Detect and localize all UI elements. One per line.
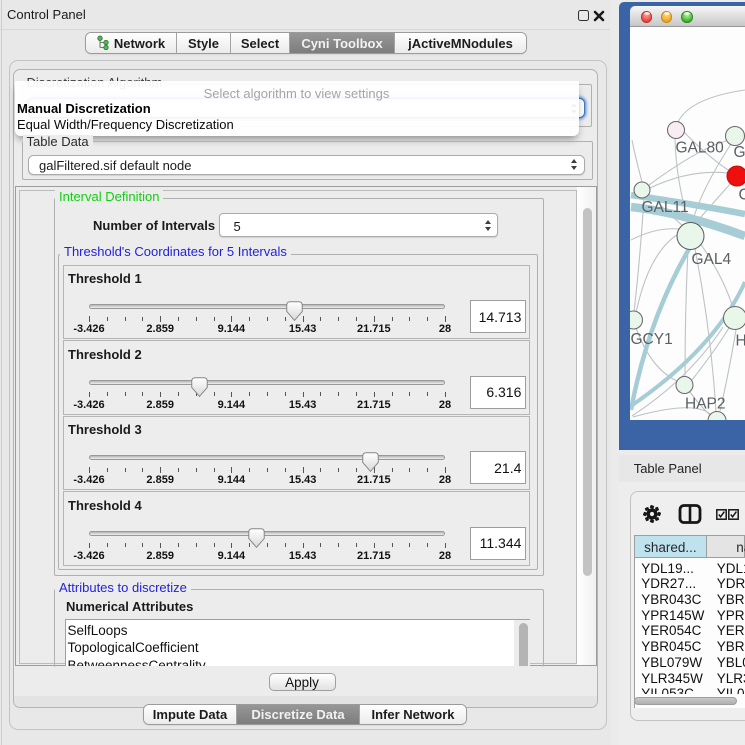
svg-text:GAL4: GAL4 <box>692 251 732 268</box>
svg-text:GCY1: GCY1 <box>631 331 673 348</box>
svg-text:GAL80: GAL80 <box>676 140 725 157</box>
svg-text:G...: G... <box>734 144 745 161</box>
svg-text:C...: C... <box>739 187 745 204</box>
svg-text:H: H <box>736 332 745 349</box>
svg-text:HAP2: HAP2 <box>685 395 726 412</box>
svg-text:GAL11: GAL11 <box>642 199 689 216</box>
